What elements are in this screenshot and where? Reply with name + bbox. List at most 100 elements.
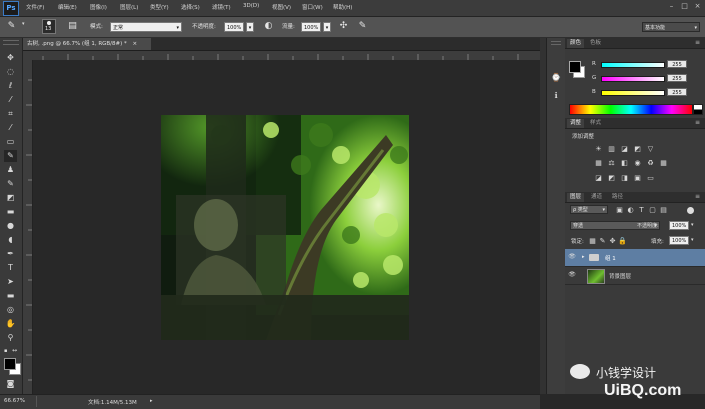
quick-select-tool-icon[interactable]: ⁄	[4, 94, 17, 106]
swap-colors-icon[interactable]: ↔	[12, 348, 18, 354]
eyedropper-tool-icon[interactable]: ⁄	[4, 122, 17, 134]
document-image[interactable]	[161, 115, 409, 340]
flow-input[interactable]: 100%	[301, 22, 321, 32]
shape-tool-icon[interactable]: ▬	[4, 290, 17, 302]
selective-color-icon[interactable]: ▣	[633, 174, 642, 182]
exposure-icon[interactable]: ◩	[633, 145, 642, 153]
red-value[interactable]: 255	[667, 60, 687, 68]
filter-type-icon[interactable]: T	[637, 206, 646, 214]
menu-file[interactable]: 文件(F)	[26, 3, 44, 11]
layer-row-background[interactable]: 👁 背景图层	[565, 267, 705, 285]
menu-image[interactable]: 图像(I)	[90, 3, 107, 11]
marquee-tool-icon[interactable]: ◌	[4, 66, 17, 78]
visibility-eye-icon[interactable]: 👁	[568, 270, 576, 280]
posterize-icon[interactable]: ◩	[607, 174, 616, 182]
color-balance-icon[interactable]: ⚖	[607, 159, 616, 167]
black-white-icon[interactable]: ◧	[620, 159, 629, 167]
curves-icon[interactable]: ◪	[620, 145, 629, 153]
filter-pixel-icon[interactable]: ▣	[615, 206, 624, 214]
vertical-ruler[interactable]	[23, 60, 33, 394]
filter-shape-icon[interactable]: ▢	[648, 206, 657, 214]
foreground-color-swatch[interactable]	[4, 358, 16, 370]
pressure-size-icon[interactable]: ✎	[357, 21, 368, 32]
document-tab[interactable]: 古树, .png @ 66.7% (组 1, RGB/8#) * ×	[23, 38, 151, 50]
fill-input[interactable]: 100%	[669, 236, 689, 245]
invert-icon[interactable]: ◪	[594, 174, 603, 182]
green-slider[interactable]	[601, 76, 665, 82]
lock-transparent-icon[interactable]: ▦	[588, 237, 597, 245]
red-slider[interactable]	[601, 62, 665, 68]
zoom-level[interactable]: 66.67%	[4, 398, 25, 404]
blue-value[interactable]: 255	[667, 88, 687, 96]
close-tab-icon[interactable]: ×	[133, 41, 138, 47]
lock-all-icon[interactable]: 🔒	[618, 237, 627, 245]
lock-pixels-icon[interactable]: ✎	[598, 237, 607, 245]
layer-filter-select[interactable]: ρ 类型 ▾	[570, 205, 608, 214]
properties-panel-icon[interactable]: ℹ	[550, 90, 562, 102]
menu-layer[interactable]: 图层(L)	[120, 3, 138, 11]
foreground-color-swatch[interactable]	[569, 61, 581, 73]
tab-layers[interactable]: 图层	[567, 193, 585, 202]
gradient-map-icon[interactable]: ▭	[646, 174, 655, 182]
menu-view[interactable]: 视图(V)	[272, 3, 291, 11]
tool-preset-dropdown-icon[interactable]: ▾	[22, 21, 26, 32]
panel-grip[interactable]	[3, 40, 19, 45]
restore-button[interactable]: □	[680, 2, 689, 11]
color-lookup-icon[interactable]: ▦	[659, 159, 668, 167]
photo-filter-icon[interactable]: ◉	[633, 159, 642, 167]
expand-arrow-icon[interactable]: ▸	[582, 252, 588, 262]
chevron-down-icon[interactable]: ▾	[691, 221, 698, 230]
history-panel-icon[interactable]: ⌚	[550, 72, 562, 84]
move-tool-icon[interactable]: ✥	[4, 52, 17, 64]
airbrush-icon[interactable]: ✣	[338, 21, 349, 32]
menu-help[interactable]: 帮助(H)	[333, 3, 352, 11]
chevron-down-icon[interactable]: ▾	[691, 236, 698, 245]
blue-slider[interactable]	[601, 90, 665, 96]
tab-swatches[interactable]: 色板	[587, 39, 604, 48]
path-select-tool-icon[interactable]: ➤	[4, 276, 17, 288]
healing-brush-tool-icon[interactable]: ▭	[4, 136, 17, 148]
default-colors-icon[interactable]: ▪	[4, 349, 9, 354]
close-window-button[interactable]: ×	[693, 2, 702, 11]
panel-menu-icon[interactable]: ≡	[695, 119, 700, 126]
layer-name[interactable]: 组 1	[605, 254, 616, 262]
crop-tool-icon[interactable]: ⌗	[4, 108, 17, 120]
minimize-button[interactable]: –	[667, 2, 676, 11]
status-menu-arrow-icon[interactable]: ▸	[150, 398, 156, 405]
tab-channels[interactable]: 通道	[588, 193, 605, 202]
opacity-input[interactable]: 100%	[224, 22, 244, 32]
workspace-select[interactable]: 基本功能 ▾	[642, 22, 700, 32]
lock-position-icon[interactable]: ✥	[608, 237, 617, 245]
layer-row-group[interactable]: 👁 ▸ 组 1	[565, 249, 705, 267]
zoom-tool-icon[interactable]: ⚲	[4, 332, 17, 344]
mode-select[interactable]: 正常 ▾	[110, 22, 182, 32]
brush-preset-picker[interactable]: 13	[42, 19, 56, 34]
gradient-tool-icon[interactable]: ▬	[4, 206, 17, 218]
blur-tool-icon[interactable]: ●	[4, 220, 17, 232]
quick-mask-icon[interactable]: ◙	[4, 378, 17, 390]
tab-paths[interactable]: 路径	[609, 193, 626, 202]
black-white-swatch[interactable]	[693, 104, 703, 115]
threshold-icon[interactable]: ◨	[620, 174, 629, 182]
lasso-tool-icon[interactable]: ℓ	[4, 80, 17, 92]
tab-color[interactable]: 颜色	[567, 39, 585, 48]
panel-menu-icon[interactable]: ≡	[695, 39, 700, 46]
layer-opacity-input[interactable]: 100%	[669, 221, 689, 230]
visibility-eye-icon[interactable]: 👁	[568, 252, 576, 262]
tab-styles[interactable]: 样式	[587, 119, 604, 128]
panel-menu-icon[interactable]: ≡	[695, 193, 700, 200]
dodge-tool-icon[interactable]: ◖	[4, 234, 17, 246]
channel-mixer-icon[interactable]: ♻	[646, 159, 655, 167]
layer-name[interactable]: 背景图层	[609, 272, 631, 280]
hand-tool-icon[interactable]: ✋	[4, 318, 17, 330]
type-tool-icon[interactable]: T	[4, 262, 17, 274]
brush-panel-toggle-icon[interactable]: ▤	[67, 21, 78, 32]
menu-edit[interactable]: 编辑(E)	[58, 3, 77, 11]
history-brush-tool-icon[interactable]: ✎	[4, 178, 17, 190]
filter-toggle-icon[interactable]	[687, 207, 694, 214]
menu-type[interactable]: 类型(Y)	[150, 3, 169, 11]
green-value[interactable]: 255	[667, 74, 687, 82]
eraser-tool-icon[interactable]: ◩	[4, 192, 17, 204]
vibrance-icon[interactable]: ▽	[646, 145, 655, 153]
3d-tool-icon[interactable]: ◎	[4, 304, 17, 316]
